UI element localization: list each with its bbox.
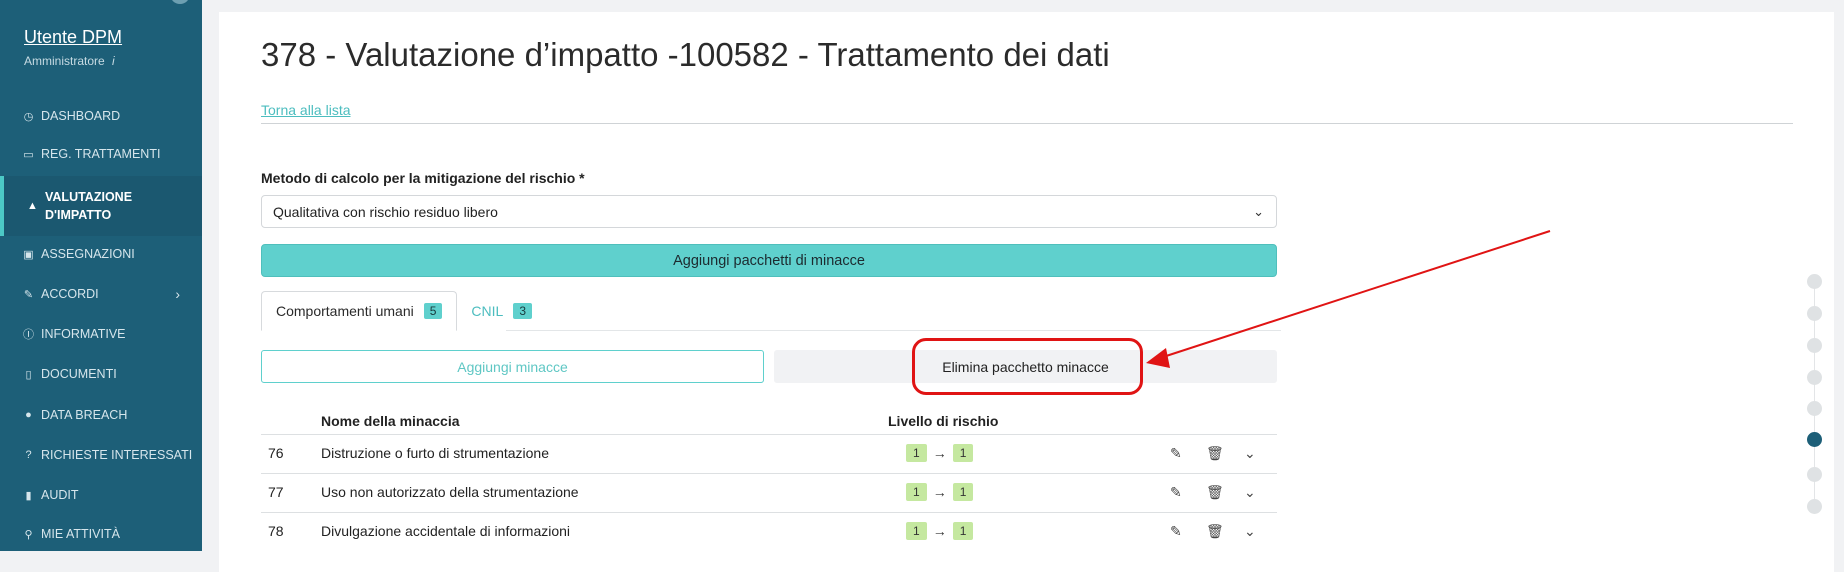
stepper-dot[interactable] [1807, 274, 1822, 289]
sidebar-item-richieste-interessati[interactable]: ? RICHIESTE INTERESSATI [0, 437, 202, 473]
divider [261, 123, 1793, 124]
threat-name: Uso non autorizzato della strumentazione [321, 484, 579, 500]
risk-from-badge: 1 [906, 483, 927, 501]
stepper-dot[interactable] [1807, 306, 1822, 321]
info-icon[interactable]: i [112, 54, 115, 68]
sidebar-item-label: INFORMATIVE [41, 327, 126, 341]
chevron-down-icon: ⌄ [1253, 204, 1264, 219]
arrow-right-icon: → [932, 523, 947, 539]
sidebar: Utente DPM Amministratore i ◷ DASHBOARD … [0, 0, 202, 551]
chevron-down-icon[interactable]: ⌄ [1244, 484, 1256, 501]
count-badge: 3 [513, 303, 533, 319]
risk-level: 1 → 1 [906, 522, 974, 540]
document-icon: ▯ [25, 368, 32, 381]
tab-comportamenti-umani[interactable]: Comportamenti umani 5 [261, 291, 458, 331]
back-to-list-link[interactable]: Torna alla lista [261, 102, 351, 118]
chevron-down-icon[interactable]: ⌄ [1244, 523, 1256, 540]
edit-icon[interactable]: ✎ [1170, 523, 1182, 540]
tab-label: Comportamenti umani [276, 303, 414, 319]
stepper-dot[interactable] [1807, 338, 1822, 353]
sidebar-item-label: DASHBOARD [41, 109, 121, 123]
help-icon: ? [25, 449, 32, 461]
risk-from-badge: 1 [906, 444, 927, 462]
sidebar-item-label: REG. TRATTAMENTI [41, 147, 161, 161]
sidebar-item-accordi[interactable]: ✎ ACCORDI › [0, 276, 202, 312]
clipboard-icon: ▣ [23, 248, 34, 261]
sidebar-item-data-breach[interactable]: ● DATA BREACH [0, 397, 202, 433]
sidebar-item-reg-trattamenti[interactable]: ▭ REG. TRATTAMENTI [0, 136, 202, 172]
alert-circle-icon: ● [25, 409, 32, 421]
sidebar-item-audit[interactable]: ▮ AUDIT [0, 477, 202, 513]
highlight-annotation-box [912, 338, 1143, 395]
risk-to-badge: 1 [952, 483, 974, 501]
main-panel: 378 - Valutazione d’impatto -100582 - Tr… [219, 12, 1834, 572]
gauge-icon: ◷ [23, 110, 34, 123]
arrow-right-icon: → [932, 445, 947, 461]
table-row: 76 Distruzione o furto di strumentazione… [261, 434, 1277, 473]
threat-pack-tabs: Comportamenti umani 5 CNIL 3 [261, 291, 546, 331]
add-threats-button[interactable]: Aggiungi minacce [261, 350, 764, 383]
sidebar-item-informative[interactable]: ⓘ INFORMATIVE [0, 316, 202, 352]
risk-level: 1 → 1 [906, 483, 974, 501]
warning-icon: ▲ [27, 200, 38, 212]
column-header-name: Nome della minaccia [321, 413, 460, 429]
sidebar-item-label: ACCORDI [41, 287, 99, 301]
trash-icon[interactable]: 🗑 [1206, 484, 1224, 501]
table-row: 77 Uso non autorizzato della strumentazi… [261, 473, 1277, 512]
trash-icon[interactable]: 🗑 [1206, 523, 1224, 540]
sidebar-corner [170, 0, 190, 4]
page-title: 378 - Valutazione d’impatto -100582 - Tr… [261, 36, 1110, 73]
sidebar-item-mie-attivita[interactable]: ⚲ MIE ATTIVITÀ [0, 516, 202, 552]
chevron-right-icon[interactable]: › [175, 286, 180, 302]
tab-label: CNIL [471, 303, 504, 319]
stepper-dot[interactable] [1807, 370, 1822, 385]
column-header-risk: Livello di rischio [888, 413, 999, 429]
sidebar-item-label: ASSEGNAZIONI [41, 247, 135, 261]
stepper-dot[interactable] [1807, 499, 1822, 514]
sidebar-item-label: VALUTAZIONE D'IMPATTO [45, 190, 133, 222]
row-id: 77 [268, 484, 284, 500]
risk-level: 1 → 1 [906, 444, 974, 462]
sidebar-item-label: RICHIESTE INTERESSATI [41, 448, 193, 462]
tab-cnil[interactable]: CNIL 3 [457, 291, 546, 331]
risk-from-badge: 1 [906, 522, 927, 540]
sidebar-item-label: DOCUMENTI [41, 367, 117, 381]
bar-chart-icon: ▮ [25, 489, 32, 502]
method-label: Metodo di calcolo per la mitigazione del… [261, 170, 585, 186]
count-badge: 5 [423, 303, 443, 319]
tab-baseline [506, 330, 1281, 331]
handshake-icon: ✎ [23, 288, 34, 301]
chevron-down-icon[interactable]: ⌄ [1244, 445, 1256, 462]
stepper-dot[interactable] [1807, 467, 1822, 482]
sidebar-item-label: AUDIT [41, 488, 79, 502]
threat-name: Divulgazione accidentale di informazioni [321, 523, 571, 539]
table-row: 78 Divulgazione accidentale di informazi… [261, 512, 1277, 551]
method-select-value: Qualitativa con rischio residuo libero [273, 203, 498, 220]
user-name-link[interactable]: Utente DPM [24, 27, 122, 48]
edit-icon[interactable]: ✎ [1170, 484, 1182, 501]
info-icon: ⓘ [23, 329, 34, 341]
sidebar-item-valutazione-impatto[interactable]: ▲ VALUTAZIONE D'IMPATTO [0, 176, 202, 236]
book-icon: ▭ [23, 148, 34, 161]
sidebar-item-assegnazioni[interactable]: ▣ ASSEGNAZIONI [0, 236, 202, 272]
trash-icon[interactable]: 🗑 [1206, 445, 1224, 462]
row-id: 78 [268, 523, 284, 539]
add-threat-packs-button[interactable]: Aggiungi pacchetti di minacce [261, 244, 1277, 277]
risk-to-badge: 1 [952, 522, 974, 540]
stepper-dot-current[interactable] [1807, 432, 1822, 447]
user-role: Amministratore i [24, 54, 115, 68]
edit-icon[interactable]: ✎ [1170, 445, 1182, 462]
sidebar-item-label: MIE ATTIVITÀ [41, 527, 120, 541]
risk-to-badge: 1 [952, 444, 974, 462]
user-role-label: Amministratore [24, 54, 105, 68]
arrow-right-icon: → [932, 484, 947, 500]
sidebar-item-documenti[interactable]: ▯ DOCUMENTI [0, 356, 202, 392]
pin-icon: ⚲ [24, 528, 33, 541]
stepper-dot[interactable] [1807, 401, 1822, 416]
sidebar-item-dashboard[interactable]: ◷ DASHBOARD [0, 98, 202, 134]
method-select[interactable]: Qualitativa con rischio residuo libero ⌄ [261, 195, 1277, 228]
threat-name: Distruzione o furto di strumentazione [321, 445, 549, 461]
row-id: 76 [268, 445, 284, 461]
sidebar-item-label: DATA BREACH [41, 408, 128, 422]
